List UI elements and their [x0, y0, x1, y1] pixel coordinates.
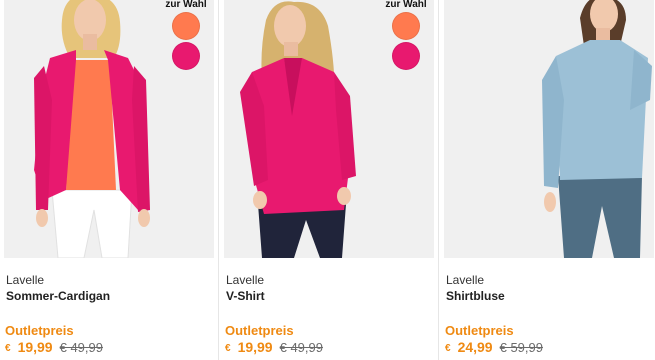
product-image[interactable]: zur Wahl: [4, 0, 214, 258]
product-brand: Lavelle: [6, 273, 45, 287]
color-swatch-orange[interactable]: [172, 12, 200, 40]
product-image[interactable]: [444, 0, 654, 258]
swatch-label: zur Wahl: [165, 0, 207, 10]
product-card[interactable]: Lavelle Shirtbluse Outletpreis €24,99 € 5…: [444, 0, 654, 360]
column-divider: [218, 0, 219, 360]
swatch-label: zur Wahl: [385, 0, 427, 10]
currency-symbol: €: [5, 343, 11, 354]
color-swatch-pink[interactable]: [392, 42, 420, 70]
price-row: €19,99 € 49,99: [5, 339, 103, 357]
product-name[interactable]: Shirtbluse: [446, 289, 505, 303]
product-brand: Lavelle: [226, 273, 265, 287]
product-name[interactable]: Sommer-Cardigan: [6, 289, 110, 303]
outlet-price-label: Outletpreis: [5, 323, 74, 338]
outlet-price-label: Outletpreis: [225, 323, 294, 338]
product-image[interactable]: zur Wahl: [224, 0, 434, 258]
color-swatches: zur Wahl: [162, 0, 210, 70]
outlet-price-label: Outletpreis: [445, 323, 514, 338]
price-row: €19,99 € 49,99: [225, 339, 323, 357]
old-price: € 59,99: [499, 340, 543, 355]
column-divider: [438, 0, 439, 360]
color-swatches: zur Wahl: [382, 0, 430, 70]
product-brand: Lavelle: [446, 273, 485, 287]
old-price: € 49,99: [279, 340, 323, 355]
sale-price: 24,99: [457, 339, 493, 355]
currency-symbol: €: [445, 343, 451, 354]
old-price: € 49,99: [59, 340, 103, 355]
currency-symbol: €: [225, 343, 231, 354]
sale-price: 19,99: [237, 339, 273, 355]
product-card[interactable]: zur Wahl Lavelle Sommer-Cardigan Outletp…: [4, 0, 214, 360]
color-swatch-pink[interactable]: [172, 42, 200, 70]
sale-price: 19,99: [17, 339, 53, 355]
product-name[interactable]: V-Shirt: [226, 289, 265, 303]
price-row: €24,99 € 59,99: [445, 339, 543, 357]
model-photo-blouse: [444, 0, 654, 258]
color-swatch-orange[interactable]: [392, 12, 420, 40]
product-card[interactable]: zur Wahl Lavelle V-Shirt Outletpreis €19…: [224, 0, 434, 360]
